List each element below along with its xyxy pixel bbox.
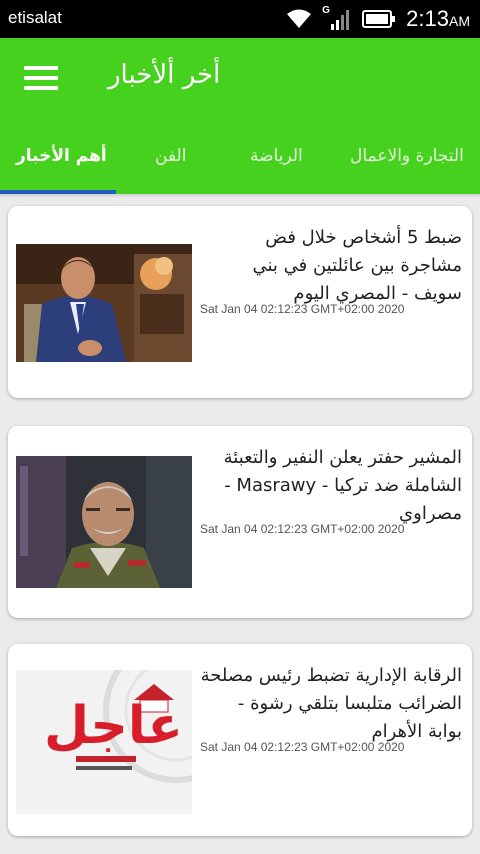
status-bar: etisalat G 2:13AM bbox=[0, 0, 480, 38]
clock-ampm: AM bbox=[449, 13, 470, 29]
tab-business[interactable]: التجارة والاعمال bbox=[350, 146, 464, 166]
tabs-shadow bbox=[0, 194, 480, 198]
news-date: Sat Jan 04 02:12:23 GMT+02:00 2020 bbox=[200, 302, 405, 316]
battery-icon bbox=[362, 10, 396, 28]
news-card[interactable]: ضبط 5 أشخاص خلال فض مشاجرة بين عائلتين ف… bbox=[8, 206, 472, 398]
tab-top-news[interactable]: أهم الأخبار bbox=[16, 146, 107, 166]
clock-time: 2:13 bbox=[406, 6, 449, 31]
news-date: Sat Jan 04 02:12:23 GMT+02:00 2020 bbox=[200, 740, 405, 754]
news-headline: الرقابة الإدارية تضبط رئيس مصلحة الضرائب… bbox=[200, 665, 462, 742]
news-thumbnail: عاجل bbox=[16, 670, 192, 814]
category-tabs: التجارة والاعمال الرياضة الفن أهم الأخبا… bbox=[0, 122, 480, 194]
page-title: أخر ألأخبار bbox=[108, 60, 221, 90]
signal-icon: G bbox=[322, 5, 352, 30]
news-card[interactable]: المشير حفتر يعلن النفير والتعبئة الشاملة… bbox=[8, 426, 472, 618]
clock: 2:13AM bbox=[406, 6, 470, 32]
breaking-news-label: عاجل bbox=[44, 696, 183, 756]
news-headline: المشير حفتر يعلن النفير والتعبئة الشاملة… bbox=[223, 447, 462, 524]
tab-sports[interactable]: الرياضة bbox=[250, 146, 303, 166]
news-thumbnail bbox=[16, 244, 192, 362]
news-card[interactable]: عاجل الرقابة الإدارية تضبط رئيس مصلحة ال… bbox=[8, 644, 472, 836]
news-date: Sat Jan 04 02:12:23 GMT+02:00 2020 bbox=[200, 522, 405, 536]
carrier-name: etisalat bbox=[8, 8, 62, 27]
tab-art[interactable]: الفن bbox=[155, 146, 186, 166]
news-headline: ضبط 5 أشخاص خلال فض مشاجرة بين عائلتين ف… bbox=[252, 227, 462, 304]
status-icons: G 2:13AM bbox=[286, 5, 470, 32]
menu-icon[interactable] bbox=[24, 66, 58, 94]
wifi-icon bbox=[287, 9, 312, 28]
app-bar: أخر ألأخبار bbox=[0, 38, 480, 122]
news-thumbnail bbox=[16, 456, 192, 588]
